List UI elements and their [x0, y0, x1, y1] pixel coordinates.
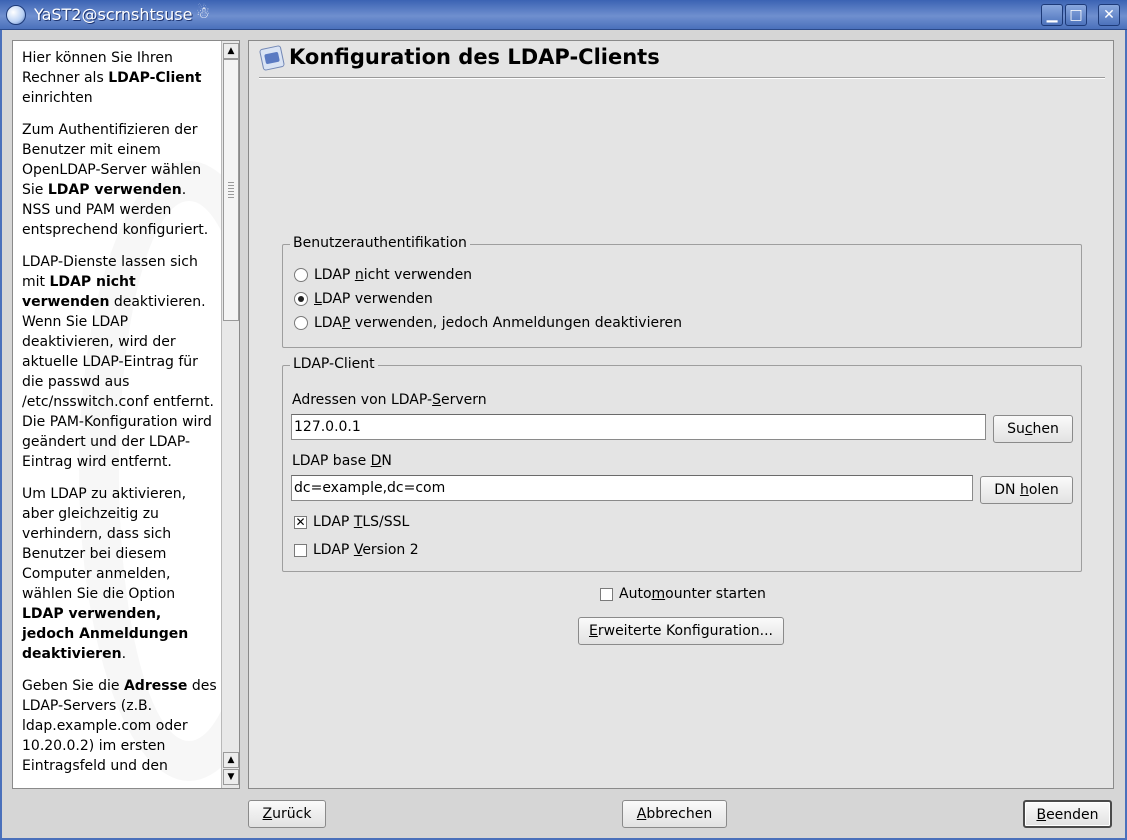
- advanced-config-button[interactable]: Erweiterte Konfiguration...: [578, 617, 784, 645]
- help-text: Hier können Sie Ihren Rechner als LDAP-C…: [22, 48, 218, 788]
- help-emphasis: LDAP verwenden: [47, 182, 182, 198]
- basedn-label: LDAP base DN: [292, 453, 392, 469]
- radio-indicator[interactable]: [294, 316, 308, 330]
- automounter-checkbox-row[interactable]: Automounter starten: [600, 584, 766, 604]
- finish-button[interactable]: Beenden: [1023, 800, 1112, 828]
- title-glyph-icon: ☃: [196, 3, 211, 22]
- auth-group: Benutzerauthentifikation LDAP nicht verw…: [282, 235, 1082, 348]
- help-emphasis: Adresse: [123, 678, 188, 694]
- radio-ldap-not-used[interactable]: LDAP nicht verwenden: [294, 265, 472, 285]
- scroll-up-icon: ▲: [227, 755, 235, 765]
- radio-indicator[interactable]: [294, 292, 308, 306]
- version2-checkbox-row[interactable]: LDAP Version 2: [294, 540, 419, 560]
- radio-label: LDAP nicht verwenden: [314, 267, 473, 283]
- scroll-down-icon: ▼: [227, 772, 235, 782]
- help-paragraph: Geben Sie die Adresse des LDAP-Servers (…: [22, 676, 218, 776]
- tls-label: LDAP TLS/SSL: [313, 514, 410, 530]
- help-emphasis: LDAP-Client: [108, 70, 202, 86]
- radio-indicator[interactable]: [294, 268, 308, 282]
- ldap-client-group: LDAP-Client Adressen von LDAP-Servern 12…: [282, 356, 1082, 572]
- ldap-client-group-title: LDAP-Client: [290, 356, 378, 372]
- version2-checkbox[interactable]: [294, 543, 307, 557]
- help-paragraph: Um LDAP zu aktivieren, aber gleichzeitig…: [22, 484, 218, 664]
- version2-label: LDAP Version 2: [313, 542, 419, 558]
- scroll-down-button[interactable]: ▼: [223, 769, 239, 785]
- help-pane[interactable]: Hier können Sie Ihren Rechner als LDAP-C…: [12, 40, 240, 789]
- window-title: YaST2@scrnshtsuse: [34, 5, 193, 24]
- help-text-run: Um LDAP zu aktivieren, aber gleichzeitig…: [22, 486, 187, 602]
- scroll-thumb[interactable]: [223, 59, 239, 321]
- tls-checkbox-row[interactable]: ✕ LDAP TLS/SSL: [294, 512, 409, 532]
- main-panel: Konfiguration des LDAP-Clients Benutzera…: [248, 40, 1114, 789]
- scroll-up-button[interactable]: ▲: [223, 43, 239, 59]
- tls-checkbox[interactable]: ✕: [294, 515, 307, 529]
- yast-icon: [6, 5, 26, 25]
- radio-label: LDAP verwenden: [314, 291, 433, 307]
- heading-divider: [259, 77, 1105, 79]
- help-paragraph: Hier können Sie Ihren Rechner als LDAP-C…: [22, 48, 218, 108]
- ldap-client-icon: [258, 44, 286, 72]
- help-paragraph: Zum Authentifizieren der Benutzer mit ei…: [22, 120, 218, 240]
- servers-input[interactable]: 127.0.0.1: [291, 414, 986, 440]
- cancel-button[interactable]: Abbrechen: [622, 800, 727, 828]
- close-button[interactable]: ✕: [1098, 4, 1120, 26]
- help-text-run: einrichten: [22, 90, 93, 106]
- help-text-run: deaktivieren. Wenn Sie LDAP deaktivieren…: [22, 294, 214, 470]
- page-title: Konfiguration des LDAP-Clients: [289, 45, 660, 69]
- servers-label: Adressen von LDAP-Servern: [292, 392, 487, 408]
- search-button[interactable]: Suchen: [993, 415, 1073, 443]
- back-button[interactable]: Zurück: [248, 800, 326, 828]
- radio-ldap-no-login[interactable]: LDAP verwenden, jedoch Anmeldungen deakt…: [294, 313, 682, 333]
- maximize-button[interactable]: □: [1065, 4, 1087, 26]
- scroll-up-icon: ▲: [227, 46, 235, 56]
- scroll-up-button-bottom[interactable]: ▲: [223, 752, 239, 768]
- auth-group-title: Benutzerauthentifikation: [290, 235, 470, 251]
- title-bar: YaST2@scrnshtsuse ☃ ▁ □ ✕: [0, 0, 1127, 30]
- help-paragraph: LDAP-Dienste lassen sich mit LDAP nicht …: [22, 252, 218, 472]
- help-text-run: Geben Sie die: [22, 678, 124, 694]
- minimize-button[interactable]: ▁: [1041, 4, 1063, 26]
- automounter-checkbox[interactable]: [600, 587, 613, 601]
- automounter-label: Automounter starten: [619, 586, 766, 602]
- radio-ldap-used[interactable]: LDAP verwenden: [294, 289, 433, 309]
- minimize-icon: ▁: [1046, 7, 1058, 23]
- help-text-run: .: [121, 646, 127, 662]
- maximize-icon: □: [1069, 7, 1083, 23]
- help-scrollbar[interactable]: ▲ ▲ ▼: [221, 41, 239, 788]
- basedn-input[interactable]: dc=example,dc=com: [291, 475, 973, 501]
- close-icon: ✕: [1103, 7, 1115, 23]
- help-emphasis: LDAP verwenden, jedoch Anmeldungen deakt…: [22, 606, 189, 662]
- scroll-grip: [228, 182, 234, 198]
- fetch-dn-button[interactable]: DN holen: [980, 476, 1073, 504]
- radio-label: LDAP verwenden, jedoch Anmeldungen deakt…: [314, 315, 682, 331]
